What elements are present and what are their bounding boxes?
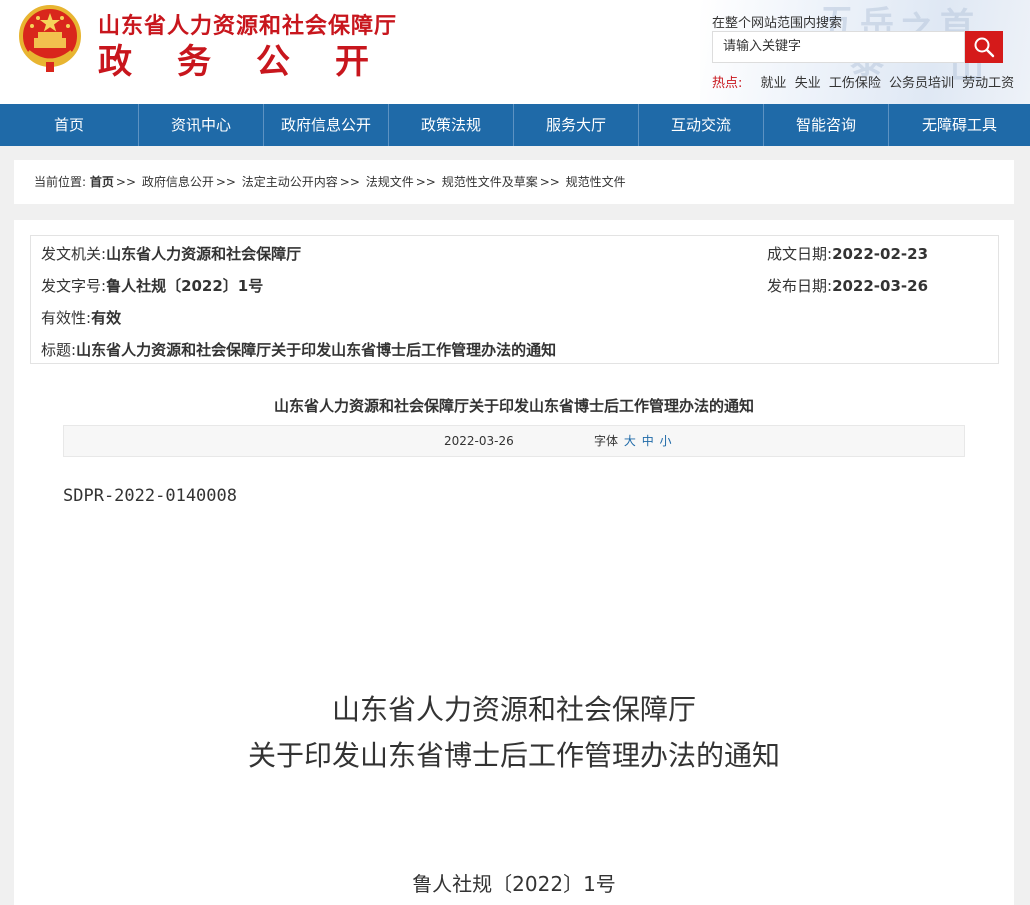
meta-docno-label: 发文字号: [41,277,107,295]
search-input[interactable]: 请输入关键字 [712,31,965,63]
meta-validity-value: 有效 [91,309,122,327]
meta-created: 成文日期:2022-02-23 [767,243,928,264]
article-panel: 发文机关:山东省人力资源和社会保障厅 成文日期:2022-02-23 发文字号:… [14,220,1014,905]
hot-link-gongzi[interactable]: 劳动工资 [962,76,1014,91]
article-heading-line-1: 山东省人力资源和社会保障厅 [331,693,696,726]
meta-title-label: 标题: [41,341,77,359]
font-size-controls: 字体 大 中 小 [594,426,672,456]
breadcrumb: 当前位置: 首页 >> 政府信息公开 >> 法定主动公开内容 >> 法规文件 >> 规范… [14,160,1014,204]
font-size-label: 字体 [594,434,619,448]
breadcrumb-sep: >> [215,175,236,189]
breadcrumb-legal-content[interactable]: 法定主动公开内容 [242,175,338,189]
search-button[interactable] [965,31,1003,63]
meta-created-label: 成文日期: [767,245,833,263]
meta-title: 标题:山东省人力资源和社会保障厅关于印发山东省博士后工作管理办法的通知 [41,339,556,360]
meta-issuer-value: 山东省人力资源和社会保障厅 [106,245,302,263]
article-heading-line-2: 关于印发山东省博士后工作管理办法的通知 [247,739,780,772]
hot-link-peixun[interactable]: 公务员培训 [889,76,954,91]
breadcrumb-sep: >> [539,175,560,189]
nav-item-news[interactable]: 资讯中心 [139,104,264,146]
meta-validity: 有效性:有效 [41,307,121,328]
nav-item-home[interactable]: 首页 [0,104,139,146]
breadcrumb-sep: >> [415,175,436,189]
breadcrumb-home[interactable]: 首页 [90,175,114,189]
site-subtitle: 政务公开 [98,42,414,82]
hot-link-jiuye[interactable]: 就业 [761,76,787,91]
breadcrumb-prefix: 当前位置: [34,175,87,189]
hot-links: 热点: 就业 失业 工伤保险 公务员培训 劳动工资 [712,72,1018,91]
breadcrumb-normative[interactable]: 规范性文件 [566,175,626,189]
meta-published-label: 发布日期: [767,277,833,295]
hot-link-shiye[interactable]: 失业 [795,76,821,91]
search-hint: 在整个网站范围内搜索 [712,16,843,31]
meta-published-value: 2022-03-26 [832,277,929,295]
font-size-large-link[interactable]: 大 [624,434,636,448]
document-meta-box: 发文机关:山东省人力资源和社会保障厅 成文日期:2022-02-23 发文字号:… [30,235,999,364]
meta-docno: 发文字号:鲁人社规〔2022〕1号 [41,275,263,296]
breadcrumb-gov-info[interactable]: 政府信息公开 [142,175,214,189]
meta-created-value: 2022-02-23 [832,245,929,263]
breadcrumb-sep: >> [339,175,360,189]
font-size-medium-link[interactable]: 中 [642,434,654,448]
hot-link-gongshang[interactable]: 工伤保险 [829,76,881,91]
search-icon [974,37,995,58]
nav-item-policy[interactable]: 政策法规 [389,104,514,146]
breadcrumb-regulations[interactable]: 法规文件 [366,175,414,189]
breadcrumb-sep: >> [115,175,136,189]
nav-item-accessibility[interactable]: 无障碍工具 [889,104,1030,146]
main-nav: 首页 资讯中心 政府信息公开 政策法规 服务大厅 互动交流 智能咨询 无障碍工具 [0,104,1030,146]
font-size-small-link[interactable]: 小 [660,434,672,448]
meta-issuer-label: 发文机关: [41,245,107,263]
article-date: 2022-03-26 [444,434,514,448]
document-id: SDPR-2022-0140008 [63,486,237,506]
hot-label: 热点: [712,76,743,91]
article-info-bar: 2022-03-26 字体 大 中 小 [63,425,965,457]
nav-item-consult[interactable]: 智能咨询 [764,104,889,146]
meta-issuer: 发文机关:山东省人力资源和社会保障厅 [41,243,301,264]
document-reference: 鲁人社规〔2022〕1号 [412,872,616,896]
nav-item-interaction[interactable]: 互动交流 [639,104,764,146]
breadcrumb-normative-drafts[interactable]: 规范性文件及草案 [442,175,538,189]
meta-published: 发布日期:2022-03-26 [767,275,928,296]
nav-item-gov-info[interactable]: 政府信息公开 [264,104,389,146]
nav-item-service[interactable]: 服务大厅 [514,104,639,146]
national-emblem-icon [19,5,81,72]
article-title: 山东省人力资源和社会保障厅关于印发山东省博士后工作管理办法的通知 [273,397,754,415]
meta-title-value: 山东省人力资源和社会保障厅关于印发山东省博士后工作管理办法的通知 [76,341,557,359]
meta-docno-value: 鲁人社规〔2022〕1号 [106,277,264,295]
site-header: 五 岳 之 首 泰 山 山东省人力资源和社会保障厅 政务公开 在整个网站范围内搜… [0,0,1030,104]
meta-validity-label: 有效性: [41,309,92,327]
